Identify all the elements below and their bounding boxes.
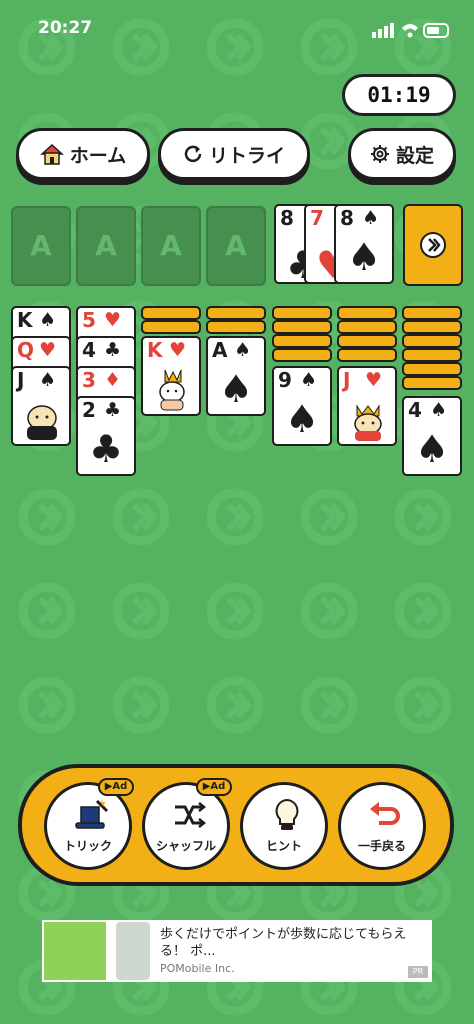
card-rank: 7 [310,206,324,230]
logo-icon [420,232,446,258]
spade-icon: ♠ [234,339,252,361]
face-down-card [206,306,266,320]
trick-ad-badge: ▶Ad [98,778,134,796]
status-icons [372,23,449,38]
retry-icon [184,145,202,163]
tableau-card[interactable]: 4 ♠ ♠ [402,396,462,476]
card-rank: 4 [82,338,96,362]
face-down-card [272,348,332,362]
spade-icon: ♠ [430,399,448,421]
foundation-slot[interactable]: A [141,206,201,286]
heart-icon: ♥ [365,369,383,391]
face-down-card [402,362,462,376]
card-rank: 8 [340,206,354,230]
retry-label: リトライ [208,144,285,167]
house-icon [39,143,64,165]
undo-icon [370,802,400,825]
shuffle-ad-badge: ▶Ad [196,778,232,796]
face-down-card [337,306,397,320]
foundation-slot[interactable]: A [11,206,71,286]
face-down-card [272,320,332,334]
signal-icon [372,32,376,38]
spade-icon: ♠ [218,367,254,411]
face-down-card [206,320,266,334]
wifi-icon [402,24,418,31]
spade-icon: ♠ [39,309,57,331]
home-button[interactable]: ホーム [16,128,150,180]
face-down-card [141,306,201,320]
club-icon: ♣ [104,399,122,421]
face-down-card [272,334,332,348]
face-down-card [402,306,462,320]
card-rank: 4 [408,398,422,422]
club-icon: ♣ [104,339,122,361]
undo-button[interactable]: 一手戻る [338,782,426,870]
lightbulb-icon [275,798,299,830]
retry-button[interactable]: リトライ [158,128,310,180]
card-rank: 5 [82,308,96,332]
game-timer: 01:19 [342,74,456,116]
hint-label: ヒント [265,839,302,853]
ad-advertiser: POMobile Inc. [160,962,235,975]
ad-text[interactable]: 歩くだけでポイントが歩数に応じてもらえる！ ポ... [160,926,410,960]
spade-icon: ♠ [362,207,380,229]
home-label: ホーム [69,144,127,167]
tableau-card[interactable]: A ♠ ♠ [206,336,266,416]
card-rank: A [212,338,228,362]
ad-thumbnail[interactable] [44,922,106,980]
settings-button[interactable]: 設定 [348,128,456,180]
heart-icon: ♥ [169,339,187,361]
card-rank: J [17,368,25,392]
foundation-slot[interactable]: A [76,206,136,286]
jack-character-icon [27,405,57,440]
heart-icon: ♥ [104,309,122,331]
shuffle-icon [175,802,207,828]
spade-icon: ♠ [346,235,382,279]
heart-icon: ♥ [39,339,57,361]
face-down-card [337,334,397,348]
tableau-card[interactable]: J ♠ [11,366,71,446]
foundation-slot[interactable]: A [206,206,266,286]
card-rank: 8 [280,206,294,230]
face-down-card [402,334,462,348]
diamond-icon: ♦ [104,369,122,391]
face-down-card [337,320,397,334]
king-rabbit-icon [159,369,185,411]
magic-hat-icon [75,799,109,829]
face-down-card [272,306,332,320]
spade-icon: ♠ [39,369,57,391]
tableau-card[interactable]: 2 ♣ ♣ [76,396,136,476]
ad-pr-tag: PR [408,966,428,978]
jack-character-icon [354,404,382,441]
shuffle-label: シャッフル [155,839,216,853]
waste-top-card[interactable]: 8 ♠ ♠ [334,204,394,284]
tableau-card[interactable]: K ♥ [141,336,201,416]
face-down-card [337,348,397,362]
face-down-card [402,320,462,334]
spade-icon: ♠ [414,427,450,471]
gear-icon [370,145,389,163]
tableau-card[interactable]: 9 ♠ ♠ [272,366,332,446]
ad-phone-image [116,922,150,980]
card-rank: 2 [82,398,96,422]
face-down-card [402,376,462,390]
face-down-card [402,348,462,362]
stock-pile[interactable] [403,204,463,286]
card-rank: K [17,308,33,332]
card-rank: J [343,368,351,392]
card-rank: Q [17,338,35,362]
settings-label: 設定 [395,144,434,167]
status-time: 20:27 [38,18,93,38]
face-down-card [141,320,201,334]
trick-label: トリック [63,839,112,853]
card-rank: 3 [82,368,96,392]
tableau-card[interactable]: J ♥ [337,366,397,446]
spade-icon: ♠ [284,397,320,441]
spade-icon: ♠ [300,369,318,391]
card-rank: 9 [278,368,292,392]
hint-button[interactable]: ヒント [240,782,328,870]
club-icon: ♣ [88,427,124,471]
undo-label: 一手戻る [357,839,406,853]
card-rank: K [147,338,163,362]
